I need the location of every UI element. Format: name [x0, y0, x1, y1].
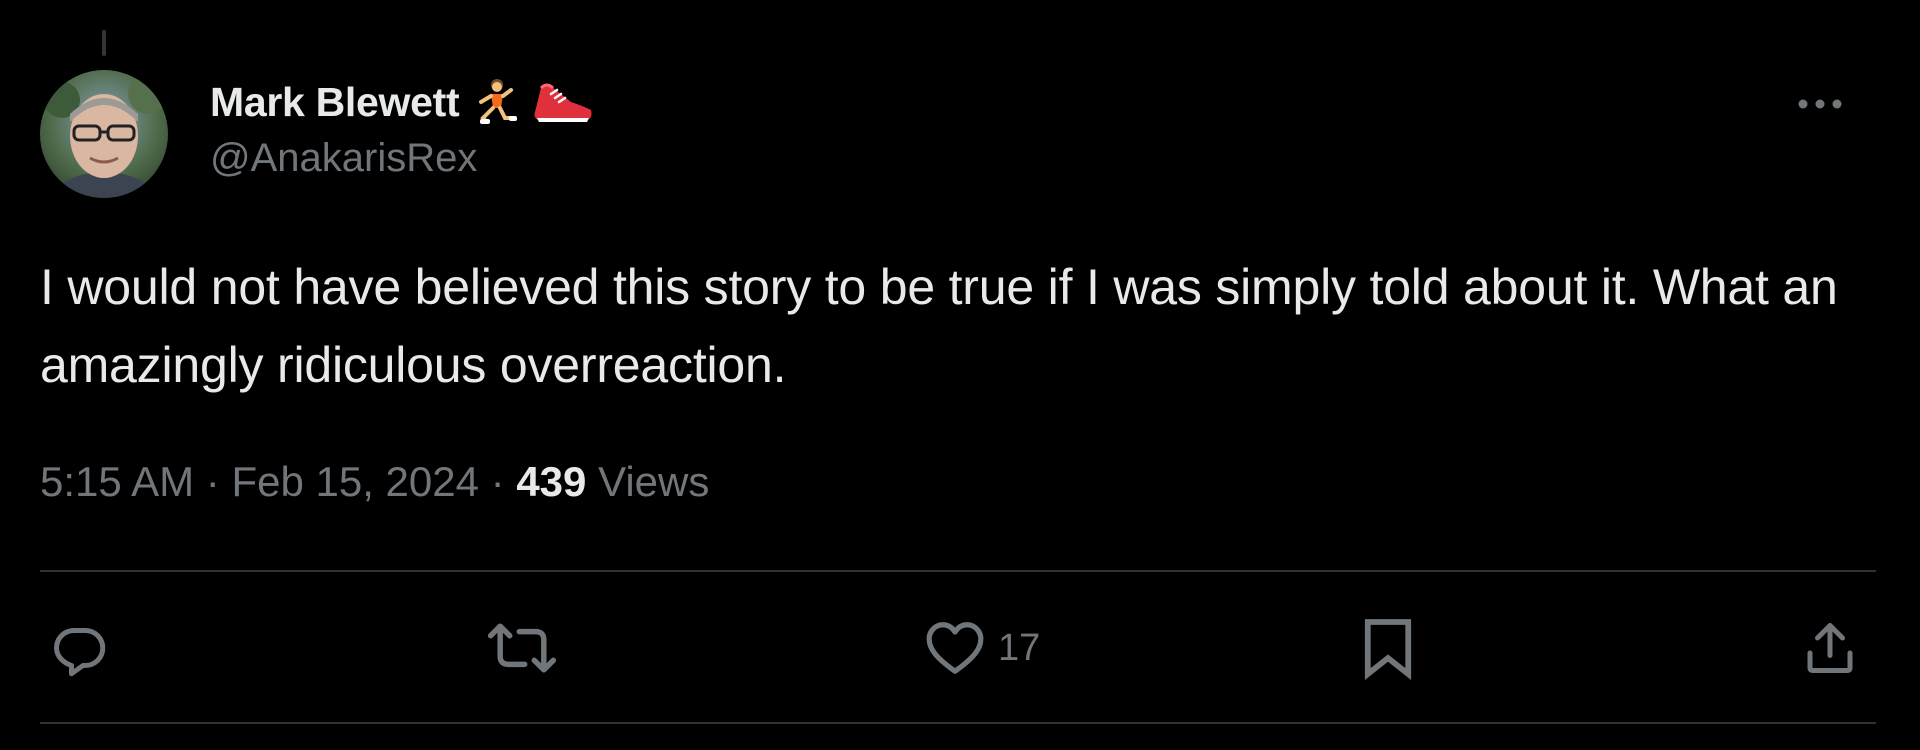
tweet-metadata: 5:15 AM · Feb 15, 2024 · 439 Views [40, 458, 709, 506]
tweet-text: I would not have believed this story to … [40, 259, 1838, 393]
tweet-date[interactable]: Feb 15, 2024 [231, 458, 479, 506]
author-identity: Mark Blewett @AnakarisRex [210, 74, 595, 181]
bookmark-icon [1364, 619, 1412, 680]
more-options-button[interactable] [1792, 86, 1848, 122]
running-shoe-emoji-icon [531, 78, 595, 126]
meta-separator: · [205, 458, 220, 505]
share-icon [1807, 623, 1853, 673]
meta-separator: · [490, 458, 505, 505]
more-icon [1798, 99, 1842, 109]
views-spacer [586, 458, 598, 506]
bookmark-button[interactable] [1362, 612, 1414, 684]
like-button[interactable]: 17 [924, 612, 1040, 684]
tweet: Mark Blewett @AnakarisRex I would not ha… [40, 0, 1876, 750]
share-button[interactable] [1800, 612, 1860, 684]
avatar[interactable] [40, 70, 168, 198]
like-icon [926, 622, 984, 674]
divider [40, 722, 1876, 724]
views-label: Views [598, 458, 710, 505]
reply-icon [54, 628, 106, 677]
author-handle[interactable]: @AnakarisRex [210, 136, 595, 181]
views-count: 439 [516, 458, 587, 505]
runner-emoji-icon [473, 78, 518, 126]
author-display-name[interactable]: Mark Blewett [210, 79, 460, 126]
reply-button[interactable] [48, 612, 122, 684]
like-count: 17 [998, 626, 1041, 669]
retweet-button[interactable] [486, 612, 570, 684]
name-row: Mark Blewett [210, 74, 595, 130]
divider [40, 570, 1876, 572]
tweet-time[interactable]: 5:15 AM [40, 458, 194, 506]
retweet-icon [487, 623, 557, 673]
